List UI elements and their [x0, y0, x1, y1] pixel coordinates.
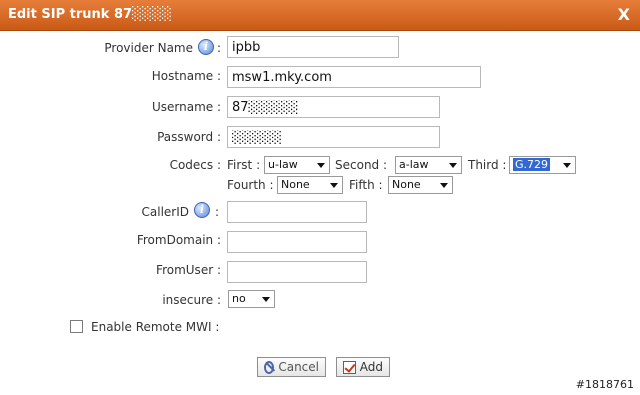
hostname-input[interactable] — [227, 66, 481, 88]
close-icon[interactable]: X — [618, 5, 630, 24]
callerid-label: CallerID — [141, 205, 190, 219]
add-button[interactable]: Add — [336, 357, 390, 377]
fromdomain-input[interactable] — [227, 231, 367, 253]
callerid-info-icon[interactable]: i — [194, 202, 210, 218]
codec-third-label: Third : — [468, 158, 507, 172]
insecure-label: insecure : — [162, 293, 221, 307]
cancel-button[interactable]: Cancel — [257, 357, 326, 377]
codec-second-label: Second : — [335, 158, 388, 172]
insecure-select[interactable]: no — [228, 290, 275, 308]
codecs-label: Codecs : — [169, 158, 221, 172]
cancel-icon — [264, 360, 275, 374]
checkmark-icon — [343, 360, 356, 374]
chevron-down-icon — [563, 163, 571, 168]
edit-sip-trunk-dialog: Edit SIP trunk 87░░░░ X Provider Name i … — [0, 0, 640, 395]
cancel-button-label: Cancel — [278, 360, 319, 374]
chevron-down-icon — [449, 163, 457, 168]
watermark: #1818761 — [575, 378, 634, 391]
codec-third-select[interactable]: G.729 — [509, 156, 576, 174]
provider-name-label: Provider Name — [104, 41, 193, 55]
codec-first-label: First : — [227, 158, 261, 172]
codec-fourth-label: Fourth : — [227, 178, 274, 192]
codec-fifth-select[interactable]: None — [388, 176, 453, 194]
fromuser-input[interactable] — [227, 261, 367, 283]
chevron-down-icon — [440, 183, 448, 188]
fromdomain-label: FromDomain : — [136, 233, 221, 247]
add-button-label: Add — [359, 360, 383, 374]
codec-fifth-label: Fifth : — [349, 178, 383, 192]
password-label: Password : — [157, 130, 221, 144]
codec-fourth-select[interactable]: None — [277, 176, 343, 194]
codec-first-select[interactable]: u-law — [264, 156, 330, 174]
codec-second-select[interactable]: a-law — [395, 156, 462, 174]
dialog-title: Edit SIP trunk 87░░░░ — [8, 7, 173, 22]
password-input[interactable] — [227, 126, 440, 148]
username-label: Username : — [151, 100, 221, 114]
chevron-down-icon — [262, 297, 270, 302]
chevron-down-icon — [330, 183, 338, 188]
provider-name-colon: : — [217, 41, 222, 55]
remote-mwi-checkbox[interactable] — [70, 320, 83, 333]
dialog-titlebar[interactable]: Edit SIP trunk 87░░░░ X — [0, 0, 640, 31]
username-input[interactable] — [227, 96, 440, 118]
callerid-colon: : — [215, 205, 220, 219]
fromuser-label: FromUser : — [156, 263, 221, 277]
hostname-label: Hostname : — [151, 69, 221, 83]
provider-name-input[interactable] — [227, 36, 399, 58]
provider-name-info-icon[interactable]: i — [198, 39, 214, 55]
chevron-down-icon — [317, 163, 325, 168]
remote-mwi-label: Enable Remote MWI : — [91, 320, 220, 334]
callerid-input[interactable] — [227, 201, 367, 223]
